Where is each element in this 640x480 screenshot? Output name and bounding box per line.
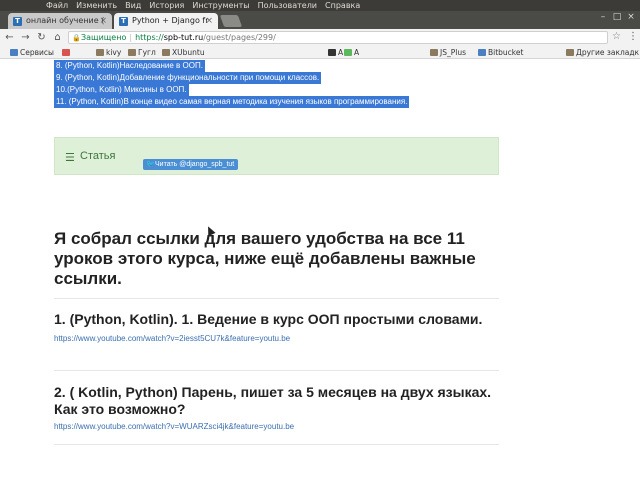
bookmark-other[interactable]: Другие закладк [566,46,639,59]
url-protocol: https:// [135,33,164,42]
folder-icon [128,49,136,56]
lesson-list-selected: 8. (Python, Kotlin)Наследование в ООП. 9… [54,60,434,108]
intro-heading: Я собрал ссылки для вашего удобства на в… [54,229,476,288]
close-window-icon[interactable]: × [626,12,636,22]
folder-icon [96,49,104,56]
lesson-link[interactable]: https://www.youtube.com/watch?v=WUARZsci… [54,422,294,431]
bookmarks-bar: Сервисы kivy Гугл XUbuntu A A JS_Plus Bi… [0,46,640,59]
back-icon[interactable]: ← [3,31,16,44]
site-favicon-icon: T [13,17,22,26]
bookmark-icon [344,49,352,56]
tab-title: онлайн обучение ( [26,16,105,25]
page-content: 8. (Python, Kotlin)Наследование в ООП. 9… [0,60,640,480]
bookmark-services[interactable]: Сервисы [10,46,54,59]
tab-strip: T онлайн обучение ( × T Python + Django … [0,11,640,29]
os-menu-file[interactable]: Файл [42,0,72,11]
lesson-title: 1. (Python, Kotlin). 1. Ведение в курс О… [54,311,483,327]
bookmark-bitbucket[interactable]: Bitbucket [478,46,523,59]
bookmark-icon [62,49,70,56]
folder-icon [566,49,574,56]
browser-toolbar: ← → ↻ ⌂ 🔒 Защищено | https://spb-tut.ru/gu… [0,29,640,46]
tab-online-learning[interactable]: T онлайн обучение ( × [8,13,112,29]
bookmark-kivy[interactable]: kivy [96,46,121,59]
close-icon[interactable]: × [99,13,107,29]
bookmark-a2[interactable]: A [344,46,359,59]
maximize-icon[interactable]: □ [612,12,622,22]
os-menu-history[interactable]: История [145,0,188,11]
bitbucket-icon [478,49,486,56]
url-path: /guest/pages/299/ [203,33,276,42]
window-controls: – □ × [598,12,636,22]
minimize-icon[interactable]: – [598,12,608,22]
forward-icon[interactable]: → [19,31,32,44]
browser-menu-icon[interactable]: ⋮ [628,31,638,42]
folder-icon [430,49,438,56]
lesson-title: 2. ( Kotlin, Python) Парень, пишет за 5 … [54,384,492,417]
list-item: 10.(Python, Kotlin) Миксины в ООП. [54,84,189,96]
list-item: 11. (Python, Kotlin)В конце видео самая … [54,96,410,108]
url-host: spb-tut.ru [163,33,204,42]
os-menu-bar: Файл Изменить Вид История Инструменты По… [0,0,640,11]
twitter-follow-button[interactable]: 🐦 Читать @django_spb_tut [143,159,239,170]
divider [54,444,499,445]
bookmark-a1[interactable]: A [328,46,343,59]
divider [54,370,499,371]
address-bar[interactable]: 🔒 Защищено | https://spb-tut.ru/guest/page… [68,31,608,44]
close-icon[interactable]: × [205,13,213,29]
list-item: 9. (Python, Kotlin)Добавление функционал… [54,72,322,84]
bookmark-xubuntu[interactable]: XUbuntu [162,46,205,59]
os-menu-help[interactable]: Справка [321,0,364,11]
folder-icon [162,49,170,56]
os-menu-users[interactable]: Пользователи [254,0,321,11]
bookmark-google[interactable]: Гугл [128,46,156,59]
lesson-link[interactable]: https://www.youtube.com/watch?v=2iesst5C… [54,334,290,343]
twitter-bird-icon: 🐦 [146,161,155,168]
os-menu-tools[interactable]: Инструменты [188,0,253,11]
list-icon: ☰ [65,151,75,164]
article-label: Статья 🐦 Читать @django_spb_tut [80,150,239,170]
tab-python-django[interactable]: T Python + Django fr × [114,13,218,29]
secure-label: Защищено [81,33,127,42]
bookmark-jsplus[interactable]: JS_Plus [430,46,466,59]
list-item: 8. (Python, Kotlin)Наследование в ООП. [54,60,205,72]
site-favicon-icon: T [119,17,128,26]
lock-icon: 🔒 [72,34,81,42]
tab-title: Python + Django fr [132,16,209,25]
os-menu-view[interactable]: Вид [121,0,145,11]
bookmark-icon [328,49,336,56]
home-icon[interactable]: ⌂ [51,31,64,44]
article-panel: ☰ Статья 🐦 Читать @django_spb_tut [54,137,499,175]
reload-icon[interactable]: ↻ [35,31,48,44]
divider [54,298,499,299]
apps-icon [10,49,18,56]
new-tab-button[interactable] [219,15,243,27]
bookmark-star-icon[interactable]: ☆ [612,31,621,42]
os-menu-edit[interactable]: Изменить [72,0,121,11]
